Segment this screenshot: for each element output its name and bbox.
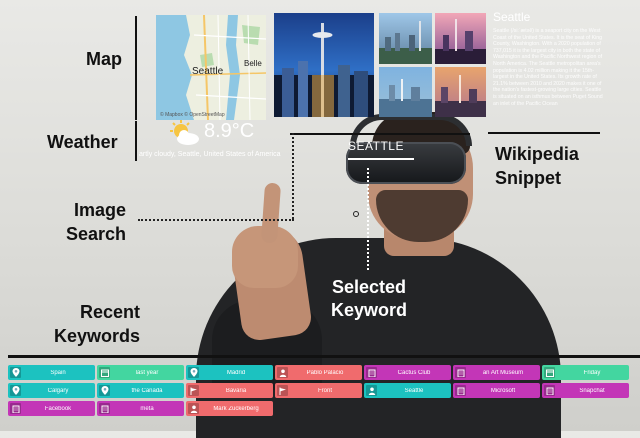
- search-image-1[interactable]: [274, 13, 374, 117]
- building-icon: [10, 403, 21, 414]
- map-partial-label: Belle: [244, 59, 262, 68]
- search-image-4[interactable]: [379, 67, 432, 117]
- callout-wikipedia-line1: Wikipedia: [495, 144, 579, 164]
- recent-keyword-label: Microsoft: [490, 387, 516, 394]
- recent-keyword-chip[interactable]: Calgary: [8, 383, 95, 398]
- map-credit: © Mapbox © OpenStreetMap: [160, 112, 225, 118]
- recent-keyword-label: the Canada: [131, 387, 163, 394]
- recent-keyword-chip[interactable]: Spain: [8, 365, 95, 380]
- callout-wikipedia-line2: Snippet: [495, 168, 561, 188]
- calendar-icon: [99, 367, 110, 378]
- image-search-bracket: [290, 133, 470, 135]
- building-icon: [455, 385, 466, 396]
- search-image-5[interactable]: [435, 67, 486, 117]
- recent-keyword-chip[interactable]: an Art Museum: [453, 365, 540, 380]
- recent-keyword-chip[interactable]: Facebook: [8, 401, 95, 416]
- recent-keyword-chip[interactable]: Snapchat: [542, 383, 629, 398]
- recent-keyword-label: Pablo Palacio: [306, 369, 344, 376]
- recent-keyword-chip[interactable]: Microsoft: [453, 383, 540, 398]
- recent-keyword-label: Facebook: [44, 405, 72, 412]
- recent-keywords-separator: [8, 355, 640, 358]
- building-icon: [366, 367, 377, 378]
- recent-keyword-label: Madrid: [226, 369, 246, 376]
- recent-keyword-label: Cactus Club: [397, 369, 431, 376]
- flag-icon: [188, 385, 199, 396]
- weather-description: artly cloudy, Seattle, United States of …: [139, 151, 281, 158]
- recent-keyword-chip[interactable]: Front: [275, 383, 362, 398]
- wikipedia-text: Seattle (/siːˈætəl/) is a seaport city o…: [493, 28, 603, 107]
- callout-map: Map: [86, 49, 122, 69]
- callout-image-search: Image Search: [66, 198, 126, 246]
- skyline-graphic: [379, 79, 432, 117]
- search-image-2[interactable]: [379, 13, 432, 64]
- recent-keyword-label: Friday: [583, 369, 601, 376]
- map-pin-icon: [10, 385, 21, 396]
- recent-keyword-chip[interactable]: Friday: [542, 365, 629, 380]
- person-icon: [188, 403, 199, 414]
- recent-keyword-chip[interactable]: Madrid: [186, 365, 273, 380]
- callout-image-search-line2: Search: [66, 224, 127, 244]
- wikipedia-title: Seattle: [493, 10, 531, 24]
- skyline-graphic: [435, 19, 486, 64]
- recent-keyword-label: Front: [317, 387, 332, 394]
- callout-weather: Weather: [47, 132, 118, 152]
- recent-keyword-chip[interactable]: meta: [97, 401, 184, 416]
- map-pin-icon: [188, 367, 199, 378]
- person-icon: [366, 385, 377, 396]
- recent-keyword-label: Seattle: [404, 387, 424, 394]
- recent-keyword-chip[interactable]: the Canada: [97, 383, 184, 398]
- gaze-cursor: [353, 211, 359, 217]
- recent-keyword-chip[interactable]: Mark Zuckerberg: [186, 401, 273, 416]
- callout-recent-line2: Keywords: [54, 326, 141, 346]
- wikipedia-snippet-panel[interactable]: Seattle Seattle (/siːˈætəl/) is a seapor…: [493, 10, 605, 128]
- weather-temperature: 8.9°C: [204, 120, 255, 142]
- recent-keyword-chip[interactable]: last year: [97, 365, 184, 380]
- callout-weather-bracket: [135, 121, 137, 161]
- selected-keyword[interactable]: SEATTLE: [348, 139, 404, 153]
- callout-selected-line2: Keyword: [331, 300, 408, 320]
- skyline-graphic: [435, 75, 486, 117]
- recent-keyword-label: meta: [140, 405, 154, 412]
- recent-keyword-label: Mark Zuckerberg: [213, 405, 259, 412]
- recent-keyword-label: Calgary: [47, 387, 69, 394]
- callout-wikipedia: Wikipedia Snippet: [495, 142, 579, 190]
- search-image-3[interactable]: [435, 13, 486, 64]
- recent-keyword-label: Spain: [50, 369, 66, 376]
- callout-recent-keywords: Recent Keywords: [54, 300, 140, 348]
- callout-map-bracket: [135, 16, 137, 120]
- map-pin-icon: [10, 367, 21, 378]
- building-icon: [455, 367, 466, 378]
- partly-cloudy-icon: [170, 120, 199, 145]
- building-icon: [99, 403, 110, 414]
- wikipedia-bracket: [488, 132, 600, 134]
- skyline-graphic: [274, 23, 374, 117]
- callout-recent-line1: Recent: [80, 302, 141, 322]
- person-icon: [277, 367, 288, 378]
- recent-keyword-label: last year: [135, 369, 159, 376]
- callout-image-search-line1: Image: [74, 200, 127, 220]
- image-search-pointer-line: [138, 219, 294, 221]
- flag-icon: [277, 385, 288, 396]
- selected-keyword-underline: [348, 158, 414, 160]
- recent-keyword-chip[interactable]: Seattle: [364, 383, 451, 398]
- recent-keyword-chip[interactable]: Cactus Club: [364, 365, 451, 380]
- skyline-graphic: [379, 21, 432, 64]
- recent-keyword-chip[interactable]: Pablo Palacio: [275, 365, 362, 380]
- map-city-label: Seattle: [192, 66, 224, 77]
- recent-keyword-label: an Art Museum: [482, 369, 524, 376]
- callout-selected-line1: Selected: [331, 277, 407, 297]
- image-search-pointer-vertical: [292, 133, 294, 219]
- calendar-icon: [544, 367, 555, 378]
- recent-keyword-label: Snapchat: [579, 387, 605, 394]
- building-icon: [544, 385, 555, 396]
- recent-keyword-chip[interactable]: Bavaria: [186, 383, 273, 398]
- map-pin-icon: [99, 385, 110, 396]
- callout-selected-keyword: Selected Keyword: [331, 276, 407, 322]
- map-widget[interactable]: Seattle Belle © Mapbox © OpenStreetMap: [156, 15, 266, 120]
- selected-keyword-pointer-line: [367, 168, 369, 270]
- recent-keywords-bar: Spain last year Madrid Pablo Palacio Cactus …: [8, 365, 640, 419]
- recent-keyword-label: Bavaria: [225, 387, 247, 394]
